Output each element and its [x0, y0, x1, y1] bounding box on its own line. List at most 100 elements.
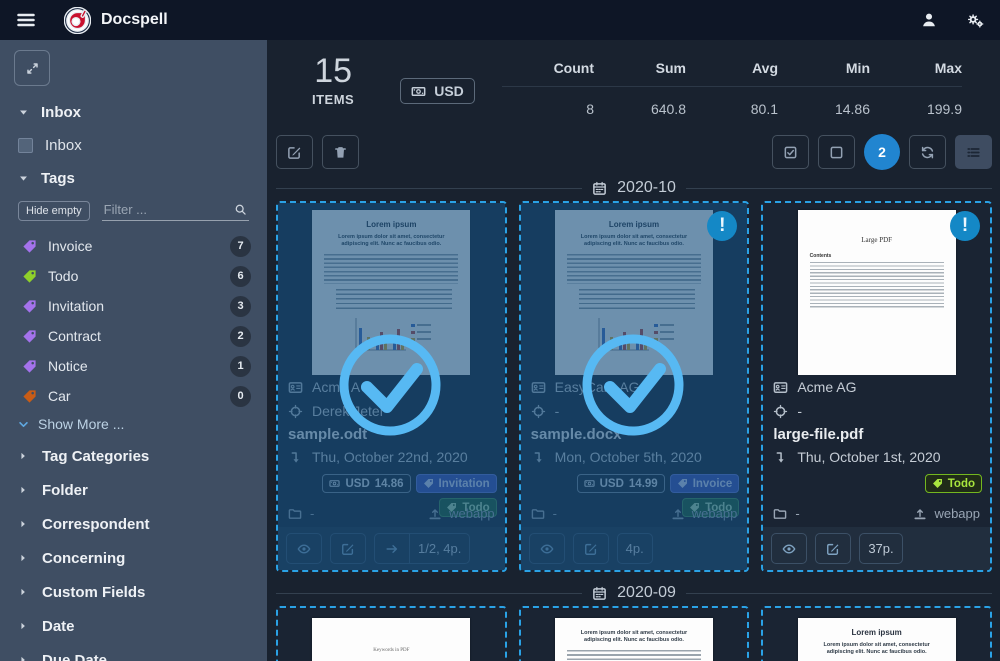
section-label: Tag Categories	[42, 448, 149, 465]
items-count-block: 15 ITEMS	[312, 54, 354, 107]
section-label: Date	[42, 618, 75, 635]
search-icon	[234, 203, 247, 216]
deselect-all-button[interactable]	[818, 135, 855, 169]
edit-item-button[interactable]	[330, 533, 366, 564]
tag-badge-invoice[interactable]: Invoice	[670, 474, 740, 493]
preview-subtitle: Lorem ipsum dolor sit amet, consectetur …	[567, 234, 701, 249]
sidebar-section-tags[interactable]: Tags	[0, 162, 267, 195]
item-tags-row: USD 14.86 Invitation Todo	[278, 469, 505, 502]
goto-detail-button[interactable]	[374, 533, 410, 564]
tag-name: Invitation	[48, 298, 104, 314]
tag-name: Todo	[48, 268, 78, 284]
item-tags-row: Todo	[763, 469, 990, 495]
invert-selection-button[interactable]	[909, 135, 946, 169]
caret-right-icon	[18, 519, 28, 529]
delete-selected-button[interactable]	[322, 135, 359, 169]
sync-icon	[920, 145, 935, 160]
month-label: 2020-10	[617, 179, 676, 197]
preview-subtitle: Lorem ipsum dolor sit amet, consectetur …	[324, 234, 458, 249]
hide-empty-button[interactable]: Hide empty	[18, 201, 90, 221]
item-preview: Lorem ipsum dolor sit amet, consectetur …	[521, 608, 748, 661]
items-count-label: ITEMS	[312, 92, 354, 107]
pages-label: 1/2, 4p.	[410, 533, 470, 564]
edit-selected-button[interactable]	[276, 135, 313, 169]
target-icon	[531, 404, 546, 419]
tag-icon	[22, 269, 37, 284]
tag-item-notice[interactable]: Notice 1	[0, 351, 267, 381]
menu-icon[interactable]	[16, 10, 36, 30]
money-icon	[411, 84, 426, 99]
user-icon[interactable]	[920, 11, 938, 29]
tag-name: Notice	[48, 358, 88, 374]
item-list-main: 15 ITEMS USD Count Sum Avg Min Max	[267, 40, 1000, 661]
show-more-tags[interactable]: Show More ...	[0, 411, 267, 439]
item-preview: Lorem ipsum Lorem ipsum dolor sit amet, …	[763, 608, 990, 661]
tag-count-badge: 1	[230, 356, 251, 377]
preview-title: Lorem ipsum	[324, 220, 458, 229]
id-card-icon	[288, 380, 303, 395]
tag-item-todo[interactable]: Todo 6	[0, 261, 267, 291]
tag-icon	[677, 478, 688, 489]
sidebar-section-correspondent[interactable]: Correspondent	[0, 507, 267, 541]
item-date: Mon, October 5th, 2020	[555, 449, 702, 465]
item-card-sample-docx[interactable]: Lorem ipsum Lorem ipsum dolor sit amet, …	[519, 201, 750, 572]
item-card-partial-3[interactable]: Lorem ipsum Lorem ipsum dolor sit amet, …	[761, 606, 992, 661]
edit-item-button[interactable]	[573, 533, 609, 564]
select-all-button[interactable]	[772, 135, 809, 169]
source-value: webapp	[692, 506, 738, 521]
tag-badge-invitation[interactable]: Invitation	[416, 474, 497, 493]
tag-filter-row: Hide empty	[0, 195, 267, 231]
stats-val-min: 14.86	[778, 101, 870, 117]
calendar-icon	[592, 586, 607, 601]
list-view-button[interactable]	[955, 135, 992, 169]
sidebar-section-date[interactable]: Date	[0, 609, 267, 643]
edit-item-button[interactable]	[815, 533, 851, 564]
concerning-row: -	[763, 399, 990, 423]
chevron-down-icon	[18, 419, 29, 430]
inbox-checkbox-item[interactable]: Inbox	[0, 129, 267, 162]
sidebar-section-concerning[interactable]: Concerning	[0, 541, 267, 575]
tag-item-invitation[interactable]: Invitation 3	[0, 291, 267, 321]
edit-icon	[584, 542, 598, 556]
expand-sidebar-button[interactable]	[14, 50, 50, 86]
tag-badge-todo[interactable]: Todo	[925, 474, 982, 493]
item-tags-row: USD 14.99 Invoice Todo	[521, 469, 748, 502]
item-date-row: Thu, October 1st, 2020	[763, 445, 990, 469]
tag-count-badge: 6	[230, 266, 251, 287]
sidebar-section-tag-categories[interactable]: Tag Categories	[0, 439, 267, 473]
currency-usd-badge[interactable]: USD	[400, 78, 475, 104]
tag-filter-input[interactable]	[102, 199, 249, 221]
sidebar-section-inbox[interactable]: Inbox	[0, 96, 267, 129]
section-label: Correspondent	[42, 516, 150, 533]
tag-item-car[interactable]: Car 0	[0, 381, 267, 411]
folder-icon	[288, 507, 302, 521]
preview-button[interactable]	[529, 533, 565, 564]
stats-val-count: 8	[502, 101, 594, 117]
caret-down-icon	[18, 173, 29, 184]
item-card-partial-1[interactable]: Keywords in PDF	[276, 606, 507, 661]
settings-gears-icon[interactable]	[966, 11, 984, 29]
tag-item-invoice[interactable]: Invoice 7	[0, 231, 267, 261]
tag-item-contract[interactable]: Contract 2	[0, 321, 267, 351]
app-title: Docspell	[101, 11, 168, 29]
navbar-actions	[920, 11, 984, 29]
caret-right-icon	[18, 587, 28, 597]
caret-right-icon	[18, 485, 28, 495]
tag-count-badge: 2	[230, 326, 251, 347]
id-card-icon	[773, 380, 788, 395]
preview-button[interactable]	[286, 533, 322, 564]
preview-button[interactable]	[771, 533, 807, 564]
sidebar-section-folder[interactable]: Folder	[0, 473, 267, 507]
sidebar-section-custom-fields[interactable]: Custom Fields	[0, 575, 267, 609]
upload-icon	[428, 507, 442, 521]
tag-name: Car	[48, 388, 71, 404]
due-warning-icon: !	[950, 211, 980, 241]
preview-title: Lorem ipsum	[810, 628, 944, 637]
card-footer: 37p.	[763, 527, 990, 570]
item-card-large-file-pdf[interactable]: Large PDF Contents Acme AG -	[761, 201, 992, 572]
inbox-checkbox[interactable]	[18, 138, 33, 153]
item-card-sample-odt[interactable]: Lorem ipsum Lorem ipsum dolor sit amet, …	[276, 201, 507, 572]
selected-count-badge[interactable]: 2	[864, 134, 900, 170]
sidebar-section-due-date[interactable]: Due Date	[0, 643, 267, 661]
item-card-partial-2[interactable]: Lorem ipsum dolor sit amet, consectetur …	[519, 606, 750, 661]
